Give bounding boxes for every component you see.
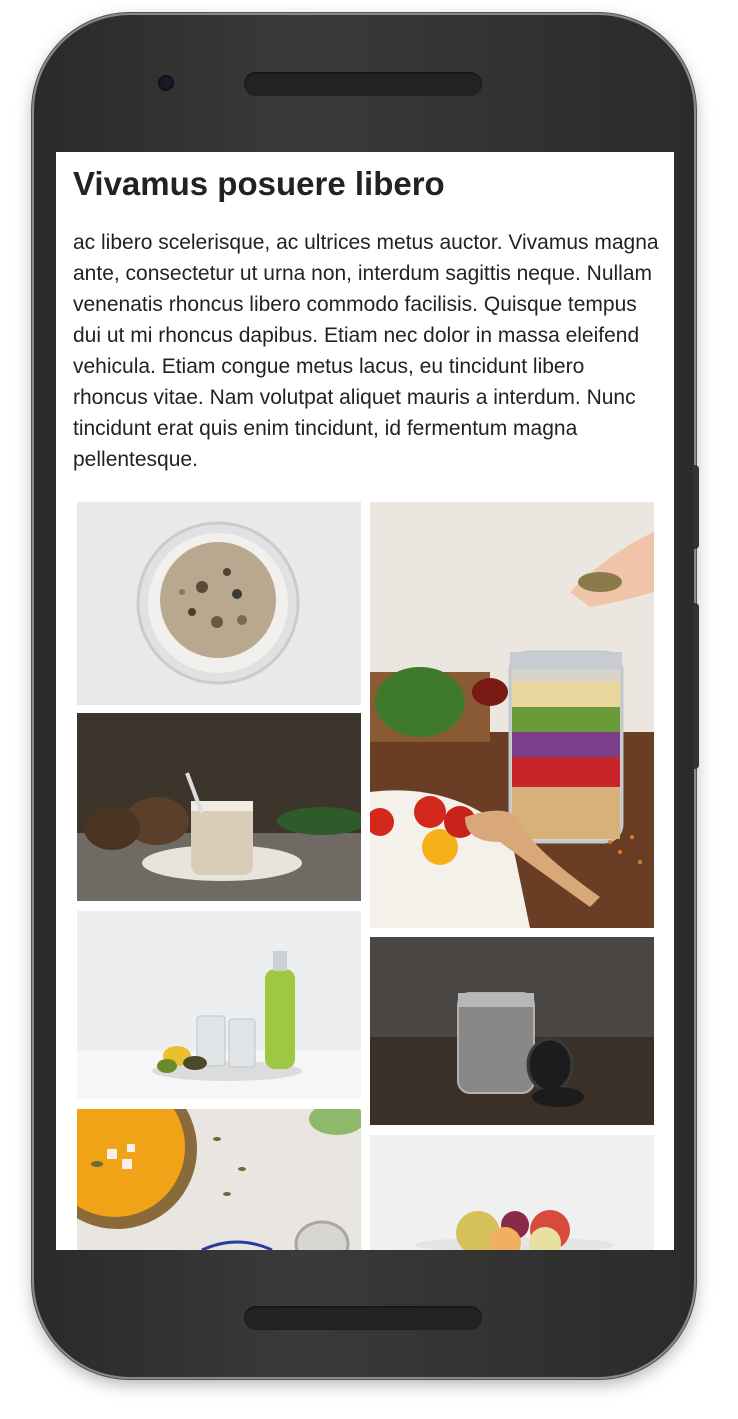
salad-jar-image (370, 502, 654, 928)
cookie-milk-jar-image (370, 937, 654, 1125)
orange-soup-image (77, 1109, 361, 1250)
front-camera (158, 75, 174, 91)
photo-orange-soup[interactable] (77, 1109, 361, 1250)
photo-fruit-bowl[interactable] (370, 1135, 654, 1250)
photo-coconut-smoothie[interactable] (77, 713, 361, 901)
photo-granola-bowl[interactable] (77, 502, 361, 705)
power-button (693, 603, 699, 769)
kiwi-drink-image (77, 911, 361, 1099)
phone-screen[interactable]: Vivamus posuere libero ac libero sceleri… (56, 152, 674, 1250)
granola-bowl-image (77, 502, 361, 705)
coconut-smoothie-image (77, 713, 361, 901)
top-speaker (244, 72, 482, 96)
article-body: ac libero scelerisque, ac ultrices metus… (73, 231, 659, 471)
volume-button (693, 465, 699, 549)
photo-cookie-milk-jar[interactable] (370, 937, 654, 1125)
photo-kiwi-drink[interactable] (77, 911, 361, 1099)
fruit-bowl-image (370, 1135, 654, 1250)
article-title: Vivamus posuere libero (73, 165, 445, 202)
photo-salad-jar[interactable] (370, 502, 654, 928)
bottom-speaker (244, 1306, 482, 1330)
